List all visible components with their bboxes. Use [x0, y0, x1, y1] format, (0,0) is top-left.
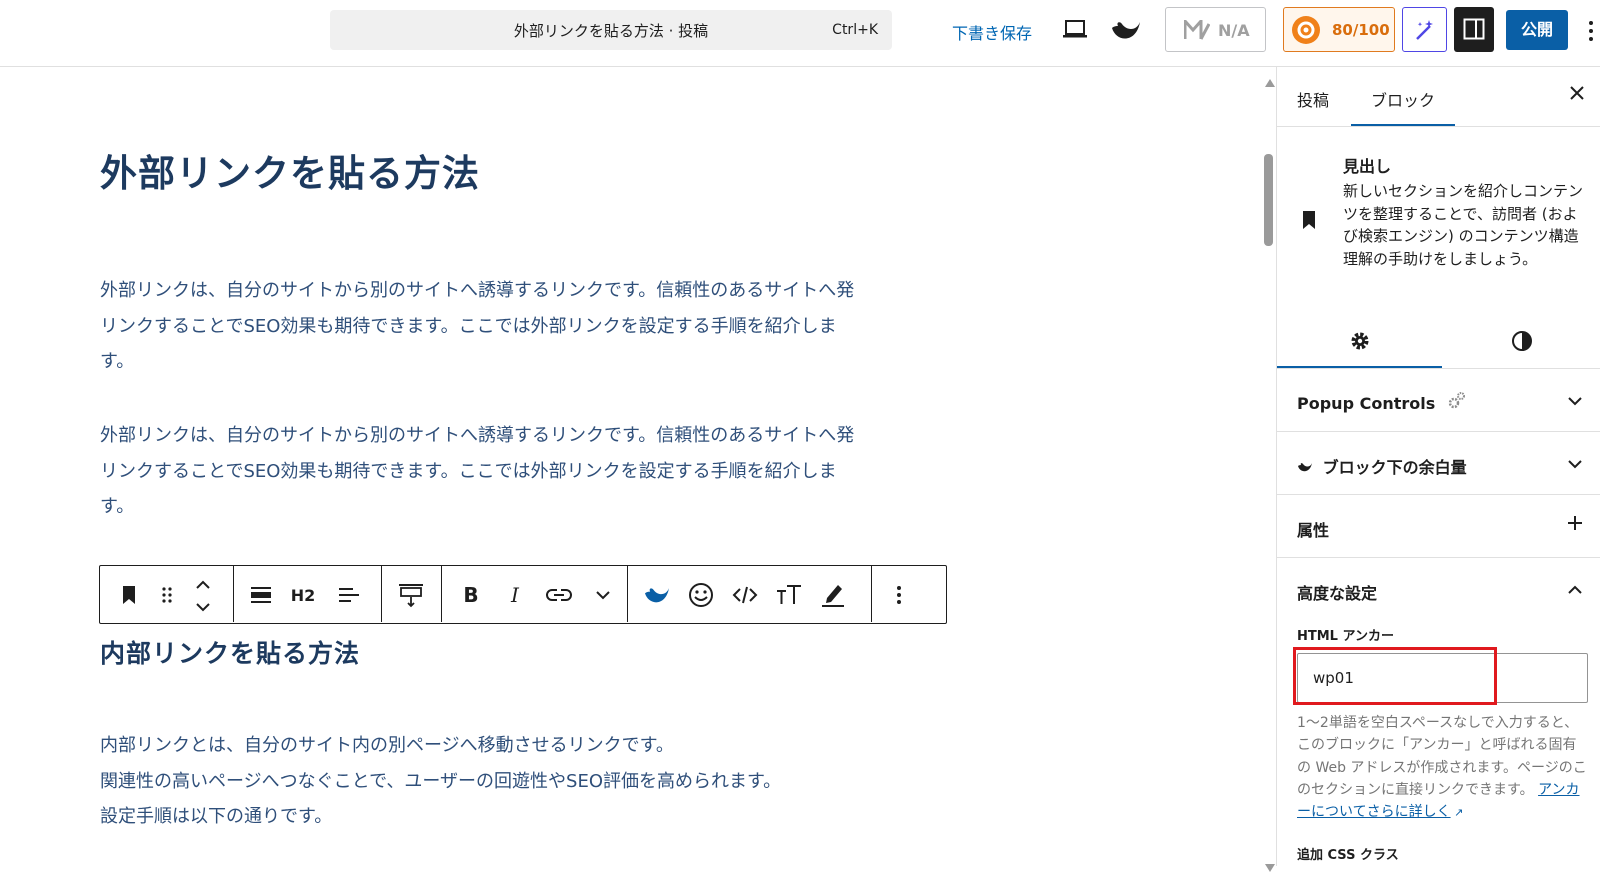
- more-options-icon[interactable]: [884, 580, 914, 610]
- paragraph-block[interactable]: 内部リンクとは、自分のサイト内の別ページへ移動させるリンクです。 関連性の高いペ…: [100, 728, 860, 835]
- seo-score-button[interactable]: 80/100: [1283, 7, 1395, 52]
- toolbar-group-block: [100, 566, 234, 622]
- swell-logo-icon: [1298, 463, 1312, 472]
- css-class-label: 追加 CSS クラス: [1297, 848, 1399, 863]
- document-title: 外部リンクを貼る方法 · 投稿: [513, 22, 709, 40]
- swell-logo-icon[interactable]: [642, 580, 672, 610]
- publish-button[interactable]: 公開: [1506, 10, 1568, 50]
- chevron-down-icon[interactable]: [588, 580, 618, 610]
- toolbar-group-extras: [628, 566, 872, 622]
- chevron-down-icon[interactable]: [1567, 454, 1583, 473]
- active-tab-indicator: [1351, 124, 1455, 126]
- block-inspector-tabs: [1277, 317, 1600, 369]
- code-icon[interactable]: [730, 580, 760, 610]
- na-label: N/A: [1218, 21, 1250, 40]
- block-description: 新しいセクションを紹介しコンテンツを整理することで、訪問者 (および検索エンジン…: [1343, 182, 1584, 268]
- toolbar-group-spacing: [382, 566, 442, 622]
- score-gear-icon: [1292, 16, 1320, 44]
- html-anchor-help: 1〜2単語を空白スペースなしで入力すると、このブロックに「アンカー」と呼ばれる固…: [1297, 715, 1587, 821]
- save-draft-button[interactable]: 下書き保存: [952, 20, 1032, 44]
- bookmark-icon[interactable]: [114, 580, 144, 610]
- font-size-icon[interactable]: [774, 580, 804, 610]
- command-palette-button[interactable]: 外部リンクを貼る方法 · 投稿 Ctrl+K: [330, 10, 892, 50]
- highlight-box: [1293, 647, 1497, 705]
- top-toolbar: 外部リンクを貼る方法 · 投稿 Ctrl+K 下書き保存 N/A 80/100 …: [0, 0, 1600, 67]
- toolbar-group-format: H2: [234, 566, 382, 622]
- paragraph-line: 設定手順は以下の通りです。: [100, 806, 333, 827]
- panel-title: Popup Controls: [1297, 391, 1467, 413]
- paragraph-block[interactable]: 外部リンクは、自分のサイトから別のサイトへ誘導するリンクです。信頼性のあるサイト…: [100, 273, 860, 380]
- emoji-icon[interactable]: [686, 580, 716, 610]
- m-logo-icon: [1183, 17, 1211, 44]
- html-anchor-label: HTML アンカー: [1297, 629, 1394, 644]
- highlighter-icon[interactable]: [818, 580, 848, 610]
- settings-gear-icon[interactable]: [1349, 330, 1371, 356]
- text-align-icon[interactable]: [334, 580, 364, 610]
- ai-assistant-button[interactable]: [1402, 7, 1447, 52]
- toolbar-group-inline: B I: [442, 566, 628, 622]
- swell-logo-icon[interactable]: [1110, 16, 1142, 48]
- plus-icon[interactable]: [1567, 515, 1583, 535]
- bold-button[interactable]: B: [456, 580, 486, 610]
- editor-canvas: 外部リンクを貼る方法 外部リンクは、自分のサイトから別のサイトへ誘導するリンクで…: [0, 67, 1262, 866]
- paragraph-line: 内部リンクとは、自分のサイト内の別ページへ移動させるリンクです。: [100, 735, 674, 756]
- bookmark-icon: [1301, 210, 1317, 234]
- panel-advanced[interactable]: 高度な設定: [1277, 558, 1600, 621]
- post-title[interactable]: 外部リンクを貼る方法: [100, 143, 480, 197]
- panel-popup-controls[interactable]: Popup Controls: [1277, 369, 1600, 432]
- scroll-up-arrow-icon[interactable]: [1265, 72, 1275, 91]
- block-name: 見出し: [1343, 157, 1392, 176]
- heading-block[interactable]: 内部リンクを貼る方法: [100, 634, 360, 670]
- scrollbar-thumb[interactable]: [1264, 154, 1273, 246]
- panel-title: ブロック下の余白量: [1297, 454, 1467, 478]
- panel-title: 高度な設定: [1297, 584, 1378, 603]
- options-more-icon[interactable]: [1585, 16, 1600, 46]
- na-score-button[interactable]: N/A: [1165, 7, 1266, 52]
- styles-contrast-icon[interactable]: [1511, 330, 1533, 356]
- sidebar-tabs: 投稿 ブロック: [1277, 67, 1600, 127]
- spacing-icon[interactable]: [396, 580, 426, 610]
- move-up-down-icon[interactable]: [188, 576, 218, 616]
- drag-handle-icon[interactable]: [152, 580, 182, 610]
- score-value: 80/100: [1332, 21, 1390, 39]
- paragraph-block[interactable]: 外部リンクは、自分のサイトから別のサイトへ誘導するリンクです。信頼性のあるサイト…: [100, 418, 860, 525]
- heading-level-button[interactable]: H2: [288, 580, 318, 610]
- tab-post[interactable]: 投稿: [1297, 87, 1329, 111]
- link-icon[interactable]: [544, 580, 574, 610]
- gears-icon: [1448, 392, 1465, 409]
- shortcut-hint: Ctrl+K: [832, 22, 878, 38]
- scroll-down-arrow-icon[interactable]: [1265, 857, 1275, 876]
- italic-button[interactable]: I: [500, 580, 530, 610]
- chevron-up-icon[interactable]: [1567, 580, 1583, 599]
- panel-title: 属性: [1297, 521, 1330, 540]
- panel-attributes[interactable]: 属性: [1277, 495, 1600, 558]
- external-link-icon: ↗: [1450, 806, 1464, 820]
- chevron-down-icon[interactable]: [1567, 391, 1583, 410]
- paragraph-line: 関連性の高いページへつなぐことで、ユーザーの回遊性やSEO評価を高められます。: [100, 770, 782, 792]
- active-subtab-indicator: [1277, 366, 1442, 368]
- block-toolbar: H2 B I: [99, 565, 947, 624]
- align-wide-icon[interactable]: [246, 580, 276, 610]
- tab-block[interactable]: ブロック: [1371, 87, 1435, 111]
- settings-panel-toggle[interactable]: [1454, 7, 1494, 52]
- settings-sidebar: 投稿 ブロック 見出し 新しいセクションを紹介しコンテンツを整理することで、訪問…: [1276, 67, 1600, 866]
- panel-block-margin[interactable]: ブロック下の余白量: [1277, 432, 1600, 495]
- close-icon[interactable]: [1569, 85, 1585, 105]
- laptop-icon[interactable]: [1062, 18, 1088, 44]
